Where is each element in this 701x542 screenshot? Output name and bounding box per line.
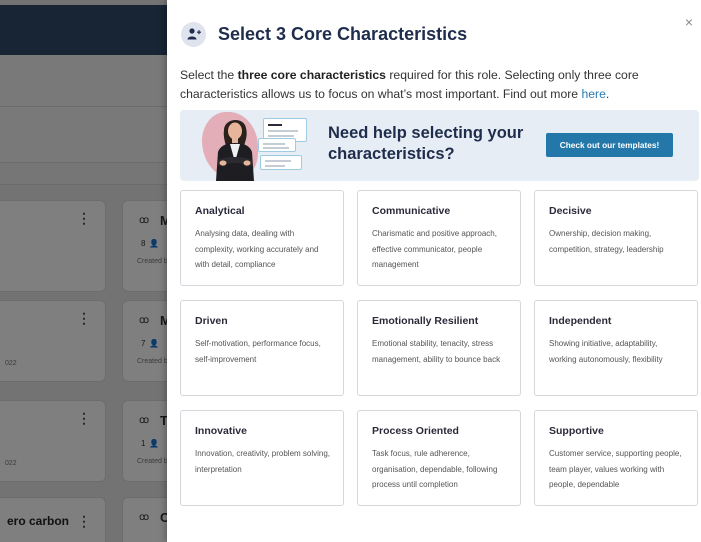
templates-button[interactable]: Check out our templates! [546, 133, 673, 157]
characteristic-card-independent[interactable]: Independent Showing initiative, adaptabi… [534, 300, 698, 396]
characteristic-name: Decisive [549, 205, 592, 217]
characteristic-name: Process Oriented [372, 425, 459, 437]
characteristic-card-innovative[interactable]: Innovative Innovation, creativity, probl… [180, 410, 344, 506]
intro-text-part: . [605, 87, 610, 101]
intro-text: Select the three core characteristics re… [180, 66, 685, 104]
characteristic-card-communicative[interactable]: Communicative Charismatic and positive a… [357, 190, 521, 286]
characteristic-name: Supportive [549, 425, 604, 437]
characteristic-description: Self-motivation, performance focus, self… [195, 339, 321, 364]
characteristics-panel: Select 3 Core Characteristics × Select t… [167, 0, 701, 542]
characteristic-name: Analytical [195, 205, 245, 217]
characteristic-name: Emotionally Resilient [372, 315, 479, 327]
close-button[interactable]: × [681, 14, 697, 30]
help-heading: Need help selecting your characteristics… [328, 123, 523, 165]
intro-text-bold: three core characteristics [237, 68, 386, 82]
characteristic-card-decisive[interactable]: Decisive Ownership, decision making, com… [534, 190, 698, 286]
characteristic-description: Ownership, decision making, competition,… [549, 229, 664, 254]
characteristic-name: Communicative [372, 205, 451, 217]
characteristic-card-analytical[interactable]: Analytical Analysing data, dealing with … [180, 190, 344, 286]
characteristic-card-process-oriented[interactable]: Process Oriented Task focus, rule adhere… [357, 410, 521, 506]
characteristic-description: Customer service, supporting people, tea… [549, 449, 682, 489]
intro-text-part: Select the [180, 68, 238, 82]
characteristic-description: Innovation, creativity, problem solving,… [195, 449, 331, 474]
add-user-icon [181, 21, 206, 47]
characteristic-name: Independent [549, 315, 612, 327]
characteristic-name: Driven [195, 315, 228, 327]
woman-illustration [216, 119, 254, 181]
characteristic-description: Charismatic and positive approach, effec… [372, 229, 497, 269]
panel-header: Select 3 Core Characteristics [181, 20, 467, 48]
characteristic-card-emotionally-resilient[interactable]: Emotionally Resilient Emotional stabilit… [357, 300, 521, 396]
characteristic-description: Emotional stability, tenacity, stress ma… [372, 339, 501, 364]
template-preview-card [258, 138, 296, 152]
help-heading-line: characteristics? [328, 145, 455, 163]
characteristic-description: Task focus, rule adherence, organisation… [372, 449, 498, 489]
help-heading-line: Need help selecting your [328, 124, 524, 142]
panel-title: Select 3 Core Characteristics [218, 23, 468, 44]
help-banner: Need help selecting your characteristics… [180, 110, 699, 181]
characteristic-card-supportive[interactable]: Supportive Customer service, supporting … [534, 410, 698, 506]
template-preview-card [260, 155, 302, 170]
characteristic-name: Innovative [195, 425, 247, 437]
characteristic-description: Analysing data, dealing with complexity,… [195, 229, 319, 269]
learn-more-link[interactable]: here [581, 87, 605, 101]
characteristic-description: Showing initiative, adaptability, workin… [549, 339, 663, 364]
characteristic-card-driven[interactable]: Driven Self-motivation, performance focu… [180, 300, 344, 396]
